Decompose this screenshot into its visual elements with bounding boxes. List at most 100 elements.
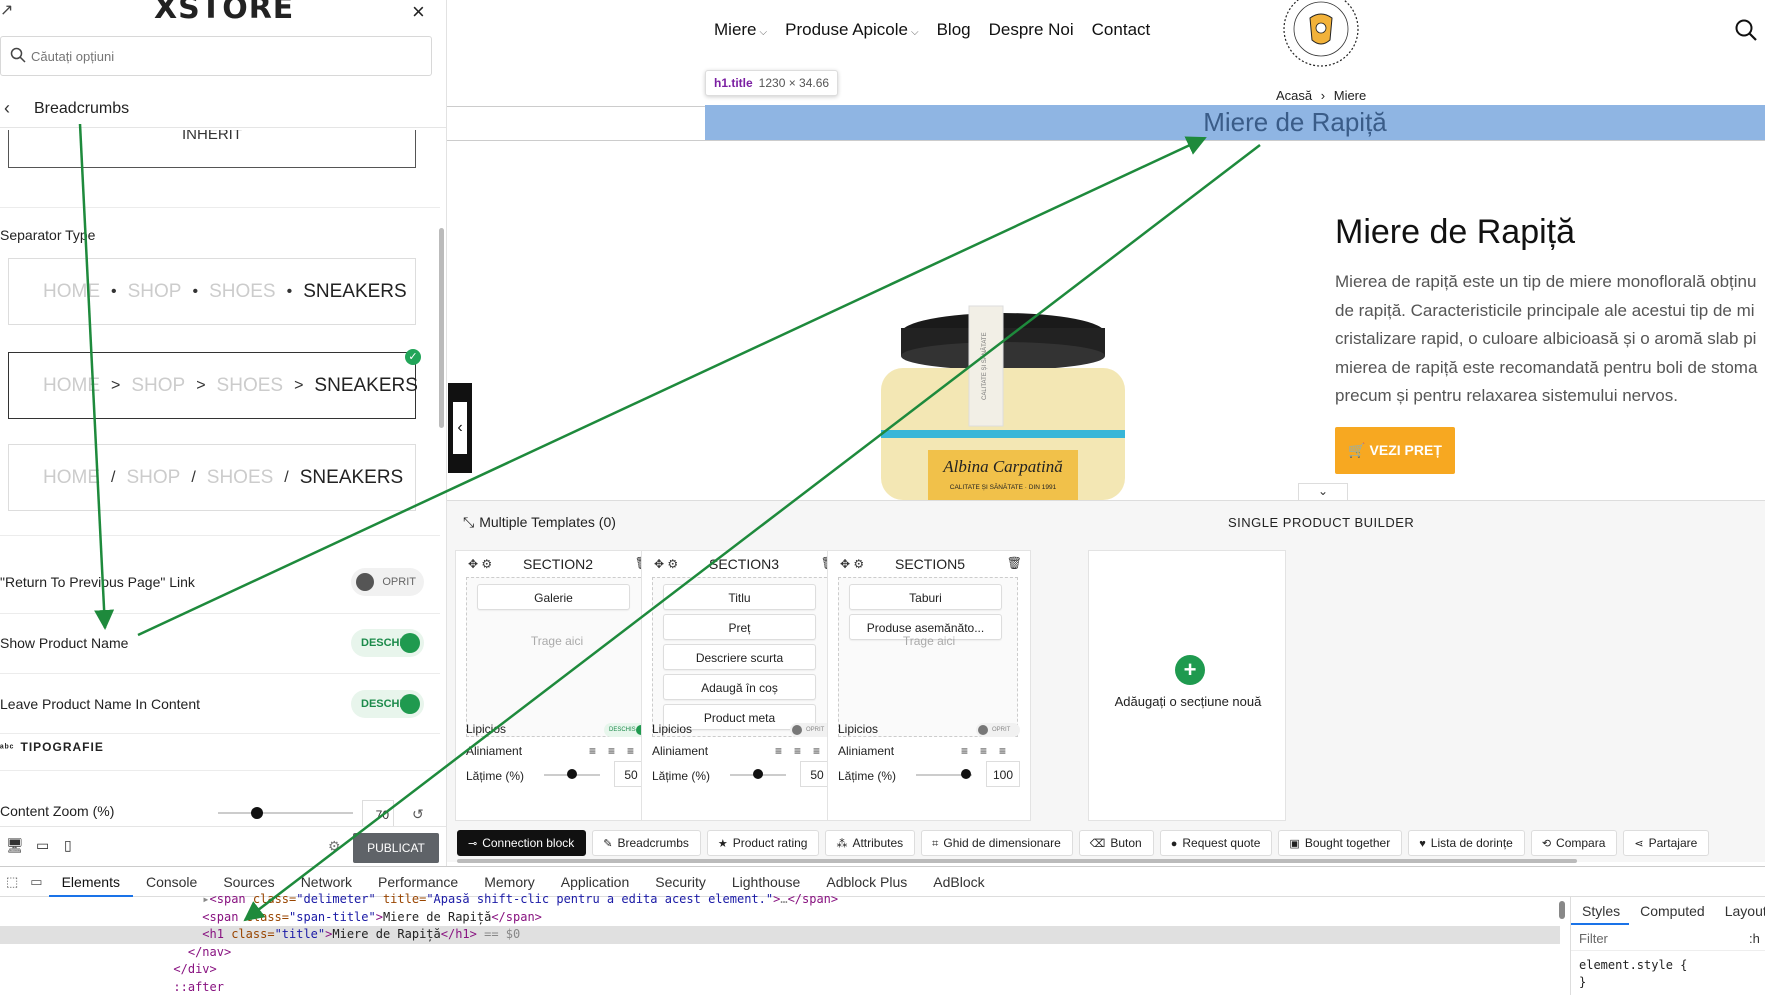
width-slider-handle[interactable] — [961, 769, 971, 779]
tablet-preview-icon[interactable]: ▭ — [36, 837, 49, 854]
section-dropzone[interactable]: Galerie Trage aici — [466, 577, 646, 737]
divider — [0, 535, 440, 536]
typography-section-toggle[interactable]: ᵃᵇᶜ TIPOGRAFIE — [0, 740, 104, 754]
dom-node-line[interactable]: ::after — [0, 979, 1560, 995]
inherit-option[interactable]: INHERIT — [8, 130, 416, 168]
dom-node-line[interactable]: <h1 class="title">Miere de Rapiță</h1> =… — [0, 926, 1560, 944]
publish-button[interactable]: PUBLICAT — [353, 833, 439, 863]
close-icon[interactable]: × — [412, 0, 425, 24]
trash-icon[interactable]: 🗑 — [1007, 556, 1022, 570]
block-breadcrumbs[interactable]: ✎ Breadcrumbs — [592, 830, 701, 856]
site-search-icon[interactable] — [1734, 18, 1758, 42]
block-label: Bought together — [1304, 836, 1391, 850]
inspect-icon[interactable]: ⬚ — [0, 874, 24, 890]
block-attributes[interactable]: ⁂ Attributes — [825, 830, 916, 856]
separator-option-slash[interactable]: HOME / SHOP / SHOES / SNEAKERS — [8, 444, 416, 511]
panel-scrollbar[interactable] — [439, 228, 444, 428]
dom-node-line[interactable]: <span class="span-title">Miere de Rapiță… — [0, 909, 1560, 927]
block-bought-together[interactable]: ▣ Bought together — [1278, 830, 1403, 856]
block-buton[interactable]: ⌫ Buton — [1078, 830, 1154, 856]
divider — [0, 673, 440, 674]
toggle-state: OPRIT — [382, 576, 416, 588]
styles-filter-input[interactable]: Filter:h — [1571, 927, 1765, 951]
crumb-shoes: SHOES — [216, 374, 284, 396]
description-line: mierea de rapiță este recomandată pentru… — [1335, 357, 1758, 377]
width-value[interactable]: 100 — [986, 761, 1020, 787]
nav-item-blog[interactable]: Blog — [937, 20, 971, 40]
block-connection-block[interactable]: ⊸ Connection block — [457, 830, 587, 856]
add-section-button[interactable]: + Adăugați o secțiune nouă — [1088, 550, 1286, 821]
width-slider-handle[interactable] — [567, 769, 577, 779]
chevron-left-icon: ‹ — [453, 402, 467, 454]
styles-tab-computed[interactable]: Computed — [1629, 897, 1714, 925]
block-chip[interactable]: Preț — [663, 614, 816, 640]
lipicios-label: Lipicios — [466, 722, 507, 736]
block-request-quote[interactable]: ● Request quote — [1159, 830, 1273, 856]
elements-scrollbar[interactable] — [1559, 901, 1565, 919]
builder-title: SINGLE PRODUCT BUILDER — [1228, 515, 1415, 530]
width-slider-handle[interactable] — [753, 769, 763, 779]
product-image[interactable]: CALITATE ȘI SĂNĂTATE Albina Carpatină CA… — [838, 300, 1168, 500]
block-chip[interactable]: Descriere scurta — [663, 644, 816, 670]
align-icons[interactable]: ≡≡≡ — [589, 744, 646, 758]
separator-option-chevron[interactable]: HOME > SHOP > SHOES > SNEAKERS — [8, 352, 418, 419]
back-arrow-icon[interactable]: ‹ — [4, 98, 10, 119]
show-product-name-toggle[interactable]: DESCHIS — [351, 629, 424, 657]
block-lista-de-dorințe[interactable]: ♥ Lista de dorințe — [1408, 830, 1525, 856]
reset-icon[interactable]: ↺ — [412, 806, 424, 823]
crumb-sneakers: SNEAKERS — [299, 466, 404, 488]
cart-icon: 🛒 — [1348, 442, 1366, 458]
mobile-preview-icon[interactable]: ▯ — [64, 837, 72, 854]
dom-node-line[interactable]: </div> — [0, 961, 1560, 979]
styles-pane: Styles Computed Layout Filter:h element.st… — [1570, 897, 1765, 995]
dom-node-line[interactable]: </nav> — [0, 944, 1560, 962]
nav-item-despre-noi[interactable]: Despre Noi — [989, 20, 1074, 40]
crumb-sneakers: SNEAKERS — [303, 280, 407, 302]
block-chip[interactable]: Titlu — [663, 584, 816, 610]
return-link-toggle[interactable]: OPRIT — [351, 568, 424, 596]
content-zoom-value[interactable]: 70 — [362, 800, 394, 828]
content-zoom-slider[interactable] — [218, 812, 353, 814]
dom-node-line[interactable]: ▸<span class="delimeter" title="Apasă sh… — [0, 891, 1560, 909]
collapse-builder-button[interactable]: ⌄ — [1298, 483, 1348, 500]
palette-scrollbar[interactable] — [457, 859, 1577, 863]
nav-item-produse-apicole[interactable]: Produse Apicole ⌵ — [785, 20, 918, 40]
block-chip[interactable]: Taburi — [849, 584, 1002, 610]
section-dropzone[interactable]: Taburi Produse asemănăto... Trage aici — [838, 577, 1018, 737]
collapse-panel-button[interactable]: ‹ — [448, 383, 472, 473]
block-chip[interactable]: Galerie — [477, 584, 630, 610]
block-compara[interactable]: ⟲ Compara — [1530, 830, 1618, 856]
block-partajare[interactable]: ⋖ Partajare — [1623, 830, 1710, 856]
lipicios-toggle[interactable]: OPRIT — [976, 723, 1020, 737]
section-dropzone[interactable]: Titlu Preț Descriere scurta Adaugă în coș Pr… — [652, 577, 832, 737]
align-icons[interactable]: ≡≡≡ — [961, 744, 1018, 758]
search-options-input[interactable] — [0, 36, 432, 76]
breadcrumb-home[interactable]: Acasă — [1276, 88, 1312, 103]
code-token: class= — [231, 927, 275, 941]
desktop-preview-icon[interactable]: 🖥 — [6, 837, 24, 854]
align-icons[interactable]: ≡≡≡ — [775, 744, 832, 758]
view-price-button[interactable]: 🛒 VEZI PREȚ — [1335, 427, 1455, 474]
crumb-sneakers: SNEAKERS — [314, 374, 418, 396]
nav-item-miere[interactable]: Miere ⌵ — [714, 20, 767, 40]
product-description: Mierea de rapiță este un tip de miere mo… — [1335, 268, 1765, 411]
pin-icon[interactable]: ↗ — [0, 0, 13, 20]
block-product-rating[interactable]: ★ Product rating — [706, 830, 820, 856]
multiple-templates[interactable]: ⤡ Multiple Templates (0) — [463, 514, 616, 531]
styles-tab-styles[interactable]: Styles — [1571, 897, 1630, 925]
device-toolbar-icon[interactable]: ▭ — [24, 874, 48, 890]
settings-icon[interactable]: ⚙ — [328, 838, 341, 855]
refresh-icon: ⟲ — [1541, 838, 1552, 850]
block-ghid-de-dimensionare[interactable]: ⌗ Ghid de dimensionare — [921, 830, 1073, 856]
content-zoom-handle[interactable] — [251, 807, 263, 819]
filter-hov-toggle[interactable]: :h — [1749, 931, 1760, 946]
crumb-separator: • — [192, 282, 199, 300]
leave-product-name-toggle[interactable]: DESCHIS — [351, 690, 424, 718]
devtools: ⬚ ▭ Elements Console Sources Network Perform… — [0, 866, 1765, 995]
block-chip[interactable]: Adaugă în coș — [663, 674, 816, 700]
style-rule: element.style {} — [1579, 957, 1687, 991]
styles-tab-layout[interactable]: Layout — [1714, 897, 1765, 925]
bag-icon: ▣ — [1289, 838, 1300, 850]
nav-item-contact[interactable]: Contact — [1092, 20, 1151, 40]
separator-option-dot[interactable]: HOME • SHOP • SHOES • SNEAKERS — [8, 258, 416, 325]
